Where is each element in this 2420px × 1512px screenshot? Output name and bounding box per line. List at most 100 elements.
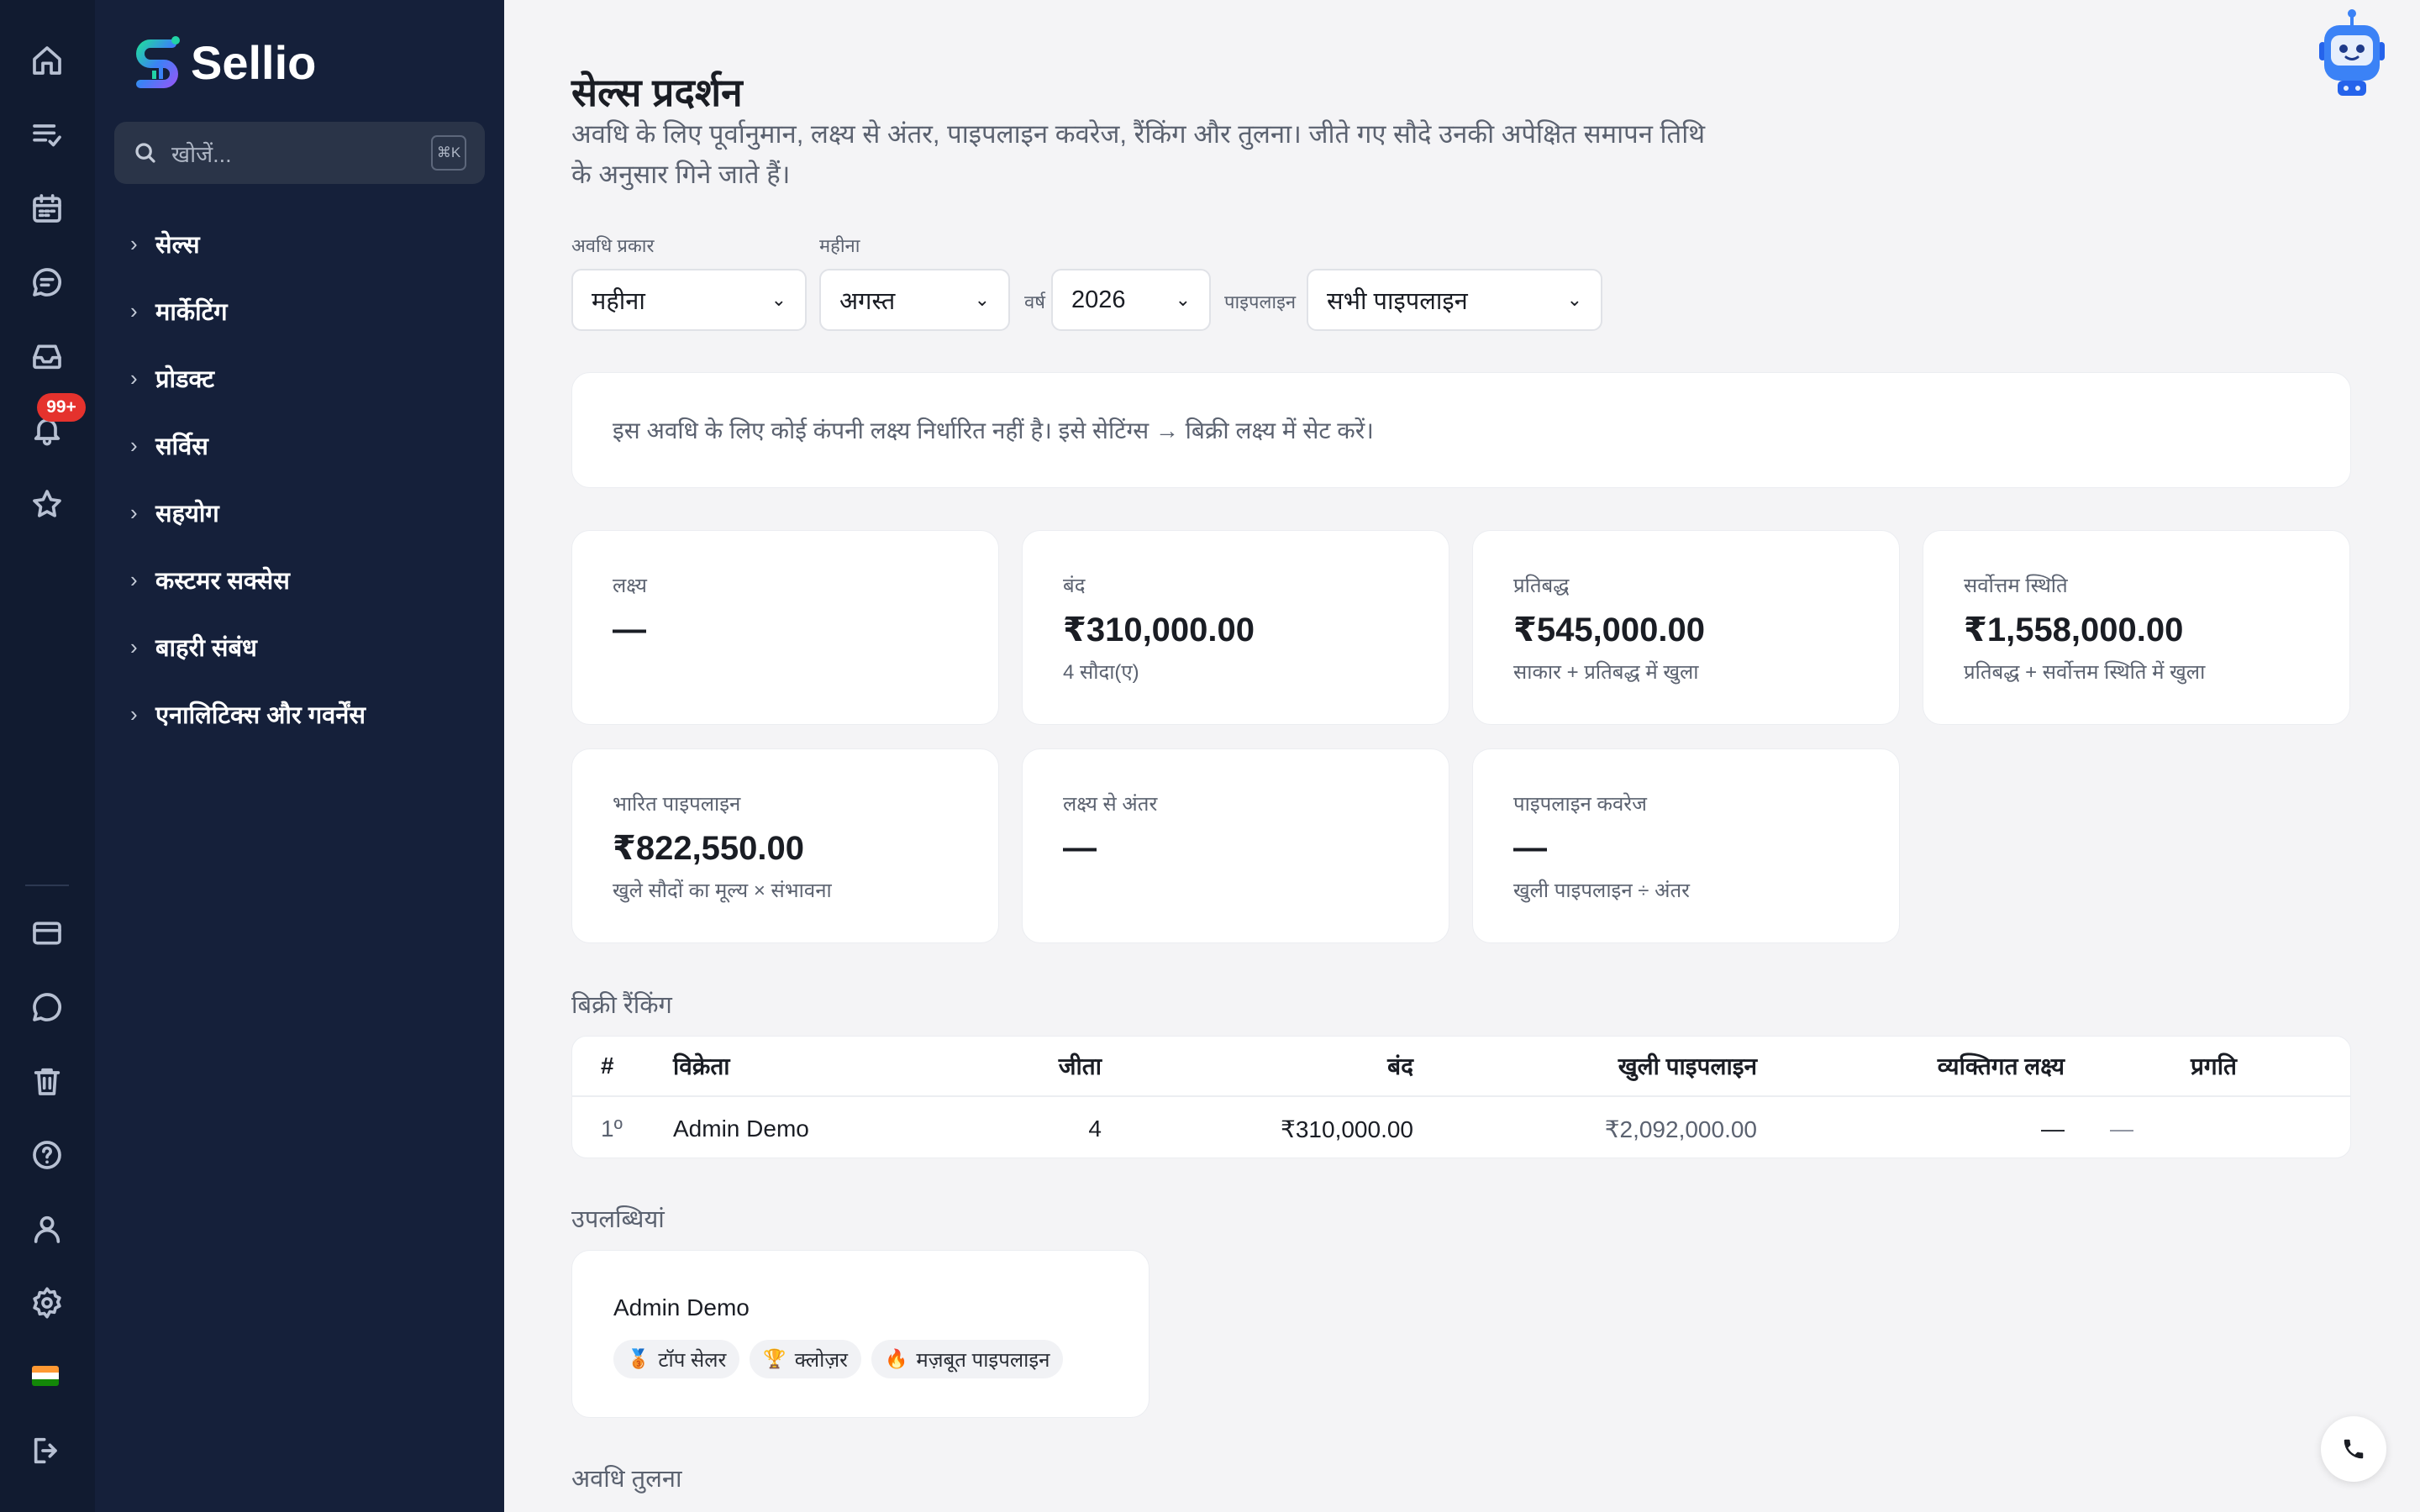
logout-icon[interactable] [24, 1428, 70, 1473]
chevron-right-icon: › [130, 701, 138, 727]
sidebar-item-label: प्रोडक्ट [155, 365, 214, 393]
kpi-card-best-case: सर्वोत्तम स्थिति ₹1,558,000.00 प्रतिबद्ध… [1923, 530, 2350, 725]
kpi-label: सर्वोत्तम स्थिति [1964, 575, 2068, 597]
achievement-card: Admin Demo 🥉 टॉप सेलर 🏆 क्लोज़र 🔥 मज़बूत… [571, 1250, 1150, 1418]
kpi-label: पाइपलाइन कवरेज [1513, 793, 1647, 816]
kpi-value: ₹822,550.00 [613, 830, 805, 867]
sidebar-item-sales[interactable]: › सेल्स [130, 210, 366, 277]
sidebar-item-label: सेल्स [155, 231, 200, 259]
robot-assistant-icon[interactable] [2316, 8, 2388, 101]
sidebar-item-analytics[interactable]: › एनालिटिक्स और गवर्नेंस [130, 680, 366, 748]
kpi-value: — [1513, 829, 1547, 866]
cell-progress: — [2110, 1116, 2133, 1142]
kpi-value: ₹545,000.00 [1513, 612, 1706, 648]
chevron-right-icon: › [130, 230, 138, 256]
home-icon[interactable] [24, 38, 70, 83]
sidebar-item-external-relations[interactable]: › बाहरी संबंध [130, 613, 366, 680]
table-header: # विक्रेता जीता बंद खुली पाइपलाइन व्यक्त… [572, 1037, 2350, 1097]
fire-icon: 🔥 [884, 1348, 908, 1369]
help-icon[interactable] [24, 1132, 70, 1178]
kpi-label: लक्ष्य से अंतर [1063, 793, 1158, 816]
page-description: अवधि के लिए पूर्वानुमान, लक्ष्य से अंतर,… [571, 119, 1706, 189]
no-target-banner: इस अवधि के लिए कोई कंपनी लक्ष्य निर्धारि… [571, 372, 2351, 488]
sidebar-item-label: एनालिटिक्स और गवर्नेंस [155, 701, 366, 729]
tasks-icon[interactable] [24, 112, 70, 157]
kpi-card-pipeline-coverage: पाइपलाइन कवरेज — खुली पाइपलाइन ÷ अंतर [1472, 748, 1900, 943]
star-icon[interactable] [24, 481, 70, 527]
year-value: 2026 [1071, 286, 1126, 313]
kpi-value: — [613, 611, 646, 648]
kpi-card-committed: प्रतिबद्ध ₹545,000.00 साकार + प्रतिबद्ध … [1472, 530, 1900, 725]
search-shortcut: ⌘K [431, 135, 466, 171]
kpi-card-target: लक्ष्य — [571, 530, 999, 725]
kpi-card-closed: बंद ₹310,000.00 4 सौदा(ए) [1022, 530, 1449, 725]
settings-icon[interactable] [24, 1280, 70, 1326]
sidebar-item-label: सर्विस [155, 433, 208, 460]
chevron-down-icon: ⌄ [1566, 289, 1582, 310]
table-row[interactable]: 1º Admin Demo 4 ₹310,000.00 ₹2,092,000.0… [572, 1099, 2350, 1159]
badge-label: टॉप सेलर [658, 1348, 727, 1372]
main-content: सेल्स प्रदर्शन अवधि के लिए पूर्वानुमान, … [504, 0, 2420, 1512]
sidebar-item-collaboration[interactable]: › सहयोग [130, 479, 366, 546]
kpi-subtext: प्रतिबद्ध + सर्वोत्तम स्थिति में खुला [1964, 661, 2206, 684]
kpi-subtext: खुली पाइपलाइन ÷ अंतर [1513, 879, 1690, 902]
achievement-user-name: Admin Demo [613, 1294, 750, 1320]
message-icon[interactable] [24, 984, 70, 1030]
pipeline-select[interactable]: सभी पाइपलाइन ⌄ [1307, 269, 1602, 331]
month-label: महीना [819, 235, 860, 256]
cell-won: 4 [1088, 1116, 1102, 1142]
badge-top-seller: 🥉 टॉप सेलर [613, 1340, 740, 1378]
user-icon[interactable] [24, 1206, 70, 1252]
kpi-label: लक्ष्य [613, 575, 647, 597]
kpi-label: प्रतिबद्ध [1513, 575, 1570, 597]
col-progress: प्रगति [2191, 1053, 2237, 1079]
icon-rail: 99+ [0, 0, 95, 1512]
period-type-select[interactable]: महीना ⌄ [571, 269, 807, 331]
achievement-badges: 🥉 टॉप सेलर 🏆 क्लोज़र 🔥 मज़बूत पाइपलाइन [613, 1340, 1064, 1378]
chat-icon[interactable] [24, 260, 70, 305]
col-personal-target: व्यक्तिगत लक्ष्य [1937, 1053, 2065, 1079]
year-select[interactable]: 2026 ⌄ [1051, 269, 1211, 331]
pipeline-label: पाइपलाइन [1224, 291, 1297, 312]
sidebar: Sellio खोजें... ⌘K › सेल्स › मार्केटिंग › प… [95, 0, 504, 1512]
rail-divider [25, 885, 69, 886]
kpi-value: ₹1,558,000.00 [1964, 612, 2184, 648]
inbox-icon[interactable] [24, 333, 70, 379]
banner-text: इस अवधि के लिए कोई कंपनी लक्ष्य निर्धारि… [613, 417, 1374, 444]
trash-icon[interactable] [24, 1058, 70, 1104]
month-value: अगस्त [839, 287, 896, 315]
medal-icon: 🥉 [627, 1348, 650, 1369]
chevron-down-icon: ⌄ [1175, 289, 1191, 310]
sidebar-item-service[interactable]: › सर्विस [130, 412, 366, 479]
kpi-value: — [1063, 829, 1097, 866]
search-box[interactable]: खोजें... ⌘K [114, 122, 485, 184]
month-select[interactable]: अगस्त ⌄ [819, 269, 1010, 331]
sidebar-item-product[interactable]: › प्रोडक्ट [130, 344, 366, 412]
sidebar-item-customer-success[interactable]: › कस्टमर सक्सेस [130, 546, 366, 613]
kpi-subtext: खुले सौदों का मूल्य × संभावना [613, 879, 832, 902]
card-icon[interactable] [24, 911, 70, 956]
badge-label: क्लोज़र [794, 1348, 848, 1372]
pipeline-value: सभी पाइपलाइन [1327, 287, 1468, 315]
kpi-label: भारित पाइपलाइन [613, 793, 741, 816]
sidebar-item-label: सहयोग [155, 500, 219, 528]
cell-closed: ₹310,000.00 [1281, 1116, 1413, 1142]
search-input[interactable]: खोजें... [171, 138, 431, 169]
chevron-right-icon: › [130, 566, 138, 592]
chevron-right-icon: › [130, 633, 138, 659]
logo[interactable]: Sellio [130, 32, 316, 92]
badge-label: मज़बूत पाइपलाइन [916, 1348, 1050, 1372]
badge-closer: 🏆 क्लोज़र [750, 1340, 861, 1378]
call-button[interactable] [2321, 1416, 2386, 1482]
notification-badge: 99+ [37, 393, 86, 422]
achievements-title: उपलब्धियां [571, 1206, 665, 1233]
chevron-right-icon: › [130, 499, 138, 525]
chevron-right-icon: › [130, 365, 138, 391]
sidebar-item-marketing[interactable]: › मार्केटिंग [130, 277, 366, 344]
page-title: सेल्स प्रदर्शन [571, 71, 743, 114]
comparison-title: अवधि तुलना [571, 1466, 682, 1493]
flag-icon[interactable] [32, 1366, 59, 1386]
calendar-icon[interactable] [24, 186, 70, 231]
col-rank: # [601, 1053, 614, 1079]
col-won: जीता [1058, 1053, 1102, 1079]
